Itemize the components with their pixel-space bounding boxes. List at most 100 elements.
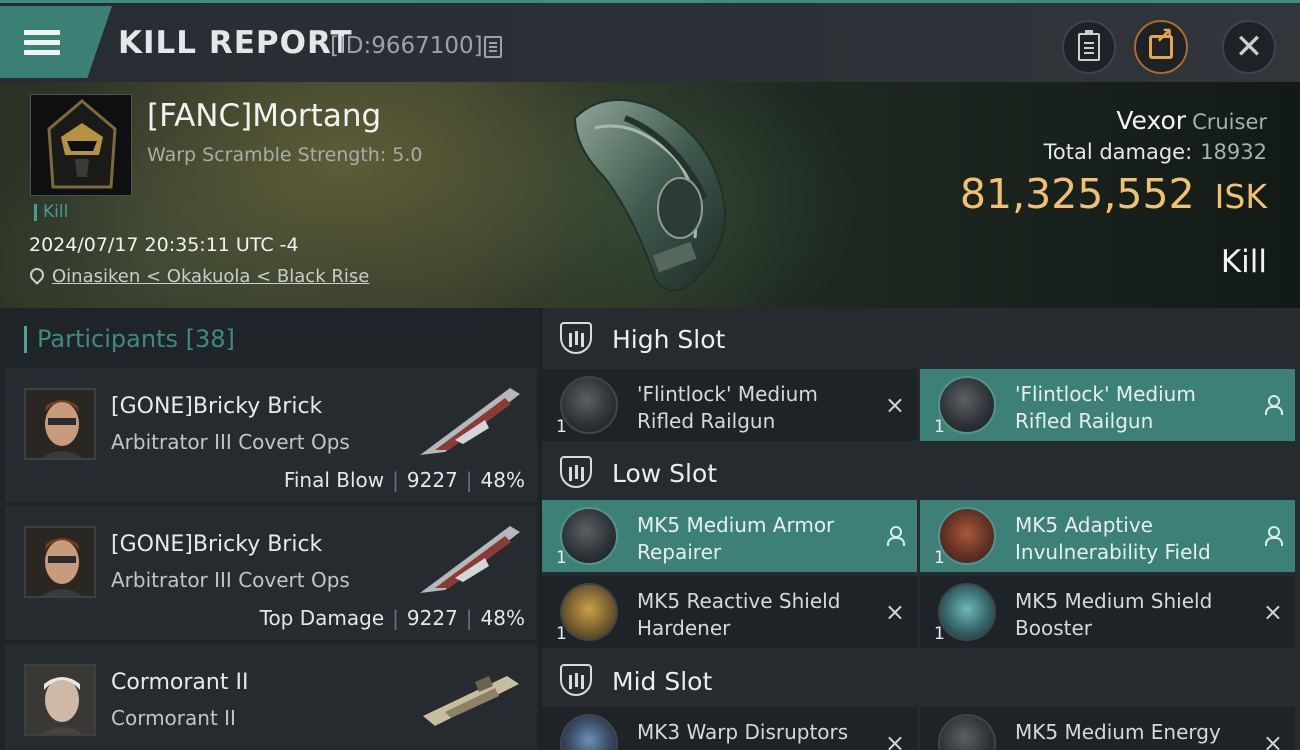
- low-slot-title: Low Slot: [612, 459, 718, 488]
- participant-name[interactable]: [GONE]Bricky Brick: [111, 532, 322, 557]
- victim-pilot-name[interactable]: [FANC]Mortang: [147, 98, 381, 134]
- high-slot-title: High Slot: [612, 325, 726, 354]
- participant-role: Final Blow: [283, 468, 385, 492]
- fitting-item[interactable]: 1 MK5 Adaptive Invulnerability Field: [920, 500, 1295, 572]
- mid-slot-header: Mid Slot: [542, 650, 1300, 710]
- close-button[interactable]: ✕: [1222, 20, 1276, 74]
- item-name: MK5 Reactive Shield Hardener: [637, 589, 841, 640]
- high-slot-icon: [560, 322, 592, 354]
- item-name: MK5 Medium Shield Booster: [1015, 589, 1213, 640]
- victim-avatar[interactable]: [30, 94, 132, 196]
- participant-percent: 48%: [480, 468, 525, 492]
- victim-ship-image: [573, 99, 727, 292]
- participant-name[interactable]: Cormorant II: [111, 670, 248, 695]
- fitting-item[interactable]: 1 MK5 Medium Armor Repairer: [542, 500, 917, 572]
- dropped-person-icon: [887, 526, 905, 546]
- kill-type-tag: Kill: [34, 204, 68, 221]
- dropped-person-icon: [1265, 395, 1283, 415]
- destroyed-icon: ×: [884, 729, 905, 750]
- participant-stats: Final Blow | 9227 | 48%: [283, 468, 525, 492]
- dropped-person-icon: [1265, 526, 1283, 546]
- participant-avatar: [24, 388, 96, 460]
- item-name: MK5 Adaptive Invulnerability Field: [1015, 513, 1211, 564]
- victim-ship-name[interactable]: Vexor: [1116, 106, 1186, 135]
- participants-header: Participants [38]: [24, 326, 235, 353]
- participant-ship: Arbitrator III Covert Ops: [111, 568, 350, 592]
- fitting-item[interactable]: 1 MK3 Warp Disruptors ×: [542, 707, 917, 750]
- fitting-item[interactable]: 1 MK5 Medium Shield Booster ×: [920, 576, 1295, 648]
- isk-amount: 81,325,552: [959, 170, 1195, 218]
- share-button[interactable]: [1134, 20, 1188, 74]
- participant-stats: Top Damage | 9227 | 48%: [259, 606, 525, 630]
- victim-banner: [FANC]Mortang Warp Scramble Strength: 5.…: [0, 82, 1300, 308]
- participant-ship-image: [420, 388, 520, 455]
- high-slot-header: High Slot: [542, 308, 1300, 368]
- participant-row[interactable]: [GONE]Bricky Brick Arbitrator III Covert…: [5, 368, 537, 502]
- item-quantity: 1: [934, 624, 945, 644]
- participant-name[interactable]: [GONE]Bricky Brick: [111, 394, 322, 419]
- participant-avatar: [24, 664, 96, 736]
- item-quantity: 1: [556, 624, 567, 644]
- report-id: [ID:9667100]: [330, 33, 483, 59]
- kill-datetime: 2024/07/17 20:35:11 UTC -4: [29, 234, 299, 256]
- participants-panel: Participants [38] [GONE]Bricky Brick Arb…: [0, 308, 540, 750]
- participants-label: Participants: [37, 325, 178, 353]
- close-icon: ✕: [1234, 27, 1264, 67]
- shield-field-icon: [938, 507, 996, 565]
- fitting-item[interactable]: 1 'Flintlock' Medium Rifled Railgun: [920, 369, 1295, 441]
- top-bar: KILL REPORT [ID:9667100] ✕: [0, 0, 1300, 82]
- total-damage-label: Total damage:: [1043, 140, 1193, 164]
- item-quantity: 1: [934, 548, 945, 568]
- participant-damage: 9227: [406, 468, 458, 492]
- railgun-icon: [938, 376, 996, 434]
- participants-count: [38]: [185, 325, 235, 353]
- low-slot-icon: [560, 456, 592, 488]
- fitting-item[interactable]: 1 MK5 Medium Energy ×: [920, 707, 1295, 750]
- share-icon: [1149, 24, 1173, 59]
- page-title: KILL REPORT: [118, 25, 353, 61]
- shield-booster-icon: [938, 583, 996, 641]
- total-damage: Total damage: 18932: [1044, 140, 1267, 164]
- fitting-item[interactable]: 1 'Flintlock' Medium Rifled Railgun ×: [542, 369, 917, 441]
- participant-damage: 9227: [406, 606, 458, 630]
- warp-scramble-strength: Warp Scramble Strength: 5.0: [147, 144, 423, 166]
- clipboard-icon: [1078, 30, 1100, 61]
- total-damage-value: 18932: [1200, 140, 1267, 164]
- hamburger-icon: [24, 25, 60, 60]
- location-pin-icon: [27, 265, 47, 285]
- participant-ship-image: [420, 526, 520, 593]
- result-label: Kill: [1220, 244, 1267, 280]
- shield-hardener-icon: [560, 583, 618, 641]
- victim-ship: Vexor Cruiser: [1116, 106, 1267, 135]
- item-quantity: 1: [556, 417, 567, 437]
- isk-unit: ISK: [1214, 177, 1267, 216]
- participant-ship-image: [423, 676, 519, 726]
- destroyed-icon: ×: [884, 391, 905, 419]
- participant-ship: Arbitrator III Covert Ops: [111, 430, 350, 454]
- item-name: MK5 Medium Armor Repairer: [637, 513, 835, 564]
- participant-role: Top Damage: [259, 606, 385, 630]
- mid-slot-title: Mid Slot: [612, 667, 713, 696]
- item-name: 'Flintlock' Medium Rifled Railgun: [1015, 382, 1196, 433]
- isk-value: 81,325,552 ISK: [960, 170, 1267, 218]
- fitting-item[interactable]: 1 MK5 Reactive Shield Hardener ×: [542, 576, 917, 648]
- item-name: MK3 Warp Disruptors: [637, 720, 849, 744]
- participant-row[interactable]: Cormorant II Cormorant II: [5, 644, 537, 750]
- energy-module-icon: [938, 714, 996, 750]
- mid-slot-icon: [560, 664, 592, 696]
- railgun-icon: [560, 376, 618, 434]
- participant-row[interactable]: [GONE]Bricky Brick Arbitrator III Covert…: [5, 506, 537, 640]
- item-quantity: 1: [934, 417, 945, 437]
- menu-button[interactable]: [0, 6, 112, 78]
- destroyed-icon: ×: [884, 598, 905, 626]
- participant-percent: 48%: [480, 606, 525, 630]
- participant-avatar: [24, 526, 96, 598]
- destroyed-icon: ×: [1262, 729, 1283, 750]
- item-name: 'Flintlock' Medium Rifled Railgun: [637, 382, 818, 433]
- item-quantity: 1: [556, 548, 567, 568]
- clipboard-button[interactable]: [1062, 20, 1116, 74]
- copy-icon[interactable]: [484, 36, 502, 58]
- destroyed-icon: ×: [1262, 598, 1283, 626]
- kill-location-link[interactable]: Oinasiken < Okakuola < Black Rise: [52, 266, 369, 287]
- armor-repairer-icon: [560, 507, 618, 565]
